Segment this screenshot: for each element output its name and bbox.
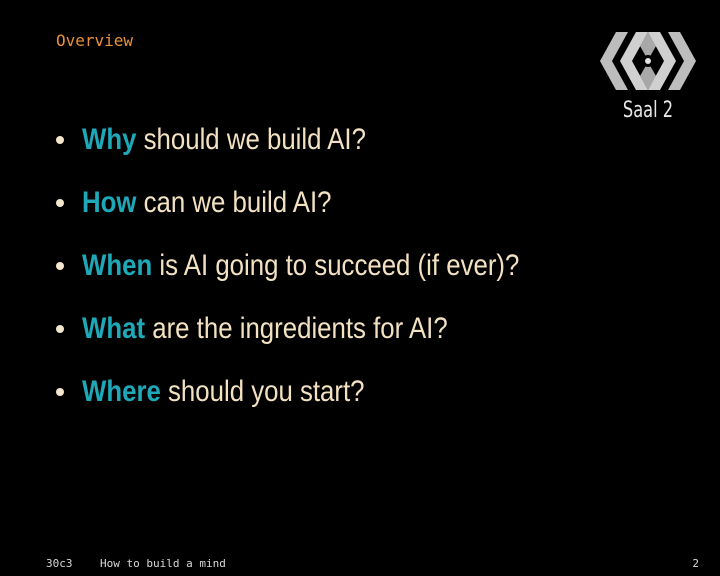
bullet-dot-icon (56, 261, 64, 270)
bullet-text: What are the ingredients for AI? (82, 312, 448, 346)
bullet-dot-icon (56, 387, 64, 396)
bullet-text: When is AI going to succeed (if ever)? (82, 249, 519, 283)
footer-event: 30c3 (46, 557, 73, 570)
bullet-rest: is AI going to succeed (if ever)? (152, 248, 520, 282)
bullet-item-why: Why should we build AI? (52, 108, 591, 171)
bullet-text: Why should we build AI? (82, 123, 366, 157)
bullet-list: Why should we build AI? How can we build… (52, 108, 591, 423)
bullet-keyword: When (82, 248, 153, 282)
bullet-rest: should we build AI? (136, 122, 366, 156)
slide: Overview Saal 2 Why should we build AI? … (0, 0, 720, 576)
footer-talk-title: How to build a mind (100, 557, 226, 570)
bullet-text: Where should you start? (82, 375, 365, 409)
bullet-rest: can we build AI? (136, 185, 332, 219)
bullet-keyword: Where (82, 374, 161, 408)
page-number: 2 (692, 557, 699, 570)
bullet-dot-icon (56, 324, 64, 333)
ccc-30c3-logo-icon (600, 32, 696, 90)
bullet-item-what: What are the ingredients for AI? (52, 297, 591, 360)
room-label: Saal 2 (622, 98, 674, 123)
bullet-rest: should you start? (160, 374, 365, 408)
section-title: Overview (56, 31, 134, 50)
bullet-keyword: What (82, 311, 146, 345)
bullet-text: How can we build AI? (82, 186, 332, 220)
bullet-item-how: How can we build AI? (52, 171, 591, 234)
bullet-rest: are the ingredients for AI? (145, 311, 448, 345)
bullet-dot-icon (56, 135, 64, 144)
bullet-dot-icon (56, 198, 64, 207)
bullet-item-when: When is AI going to succeed (if ever)? (52, 234, 591, 297)
bullet-keyword: How (82, 185, 137, 219)
bullet-keyword: Why (82, 122, 137, 156)
bullet-item-where: Where should you start? (52, 360, 591, 423)
